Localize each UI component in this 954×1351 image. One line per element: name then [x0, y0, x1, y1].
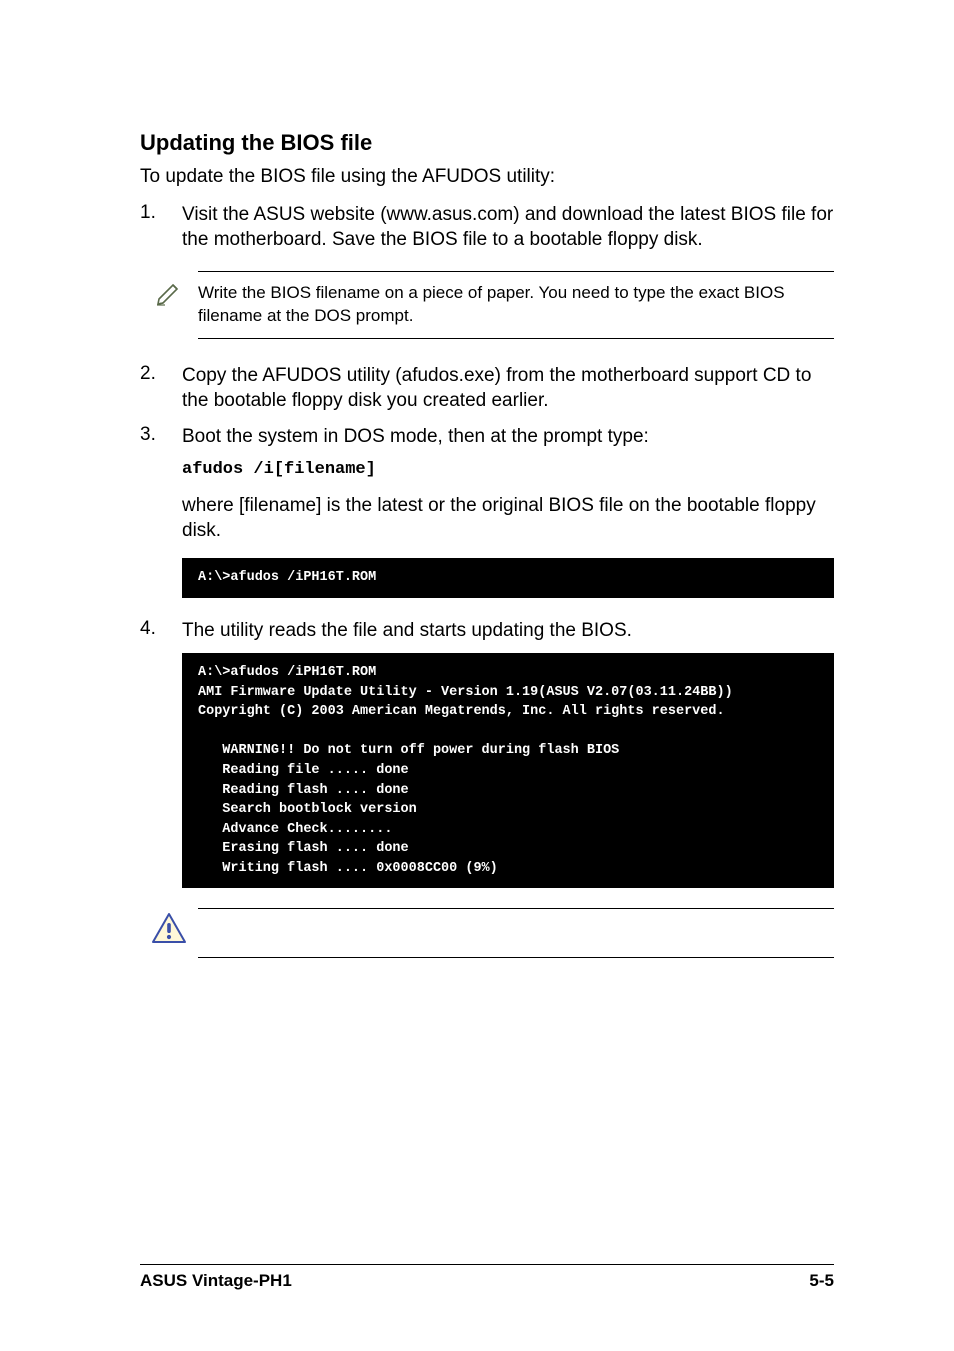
- terminal-output-2: A:\>afudos /iPH16T.ROM AMI Firmware Upda…: [182, 653, 834, 888]
- step-number: 2.: [140, 363, 182, 385]
- caution-icon: [140, 908, 198, 946]
- page-footer: ASUS Vintage-PH1 5-5: [140, 1264, 834, 1291]
- terminal-output-1: A:\>afudos /iPH16T.ROM: [182, 558, 834, 598]
- intro-text: To update the BIOS file using the AFUDOS…: [140, 164, 834, 190]
- command-line: afudos /i[filename]: [182, 460, 834, 479]
- step-2: 2. Copy the AFUDOS utility (afudos.exe) …: [140, 363, 834, 414]
- step-text: Boot the system in DOS mode, then at the…: [182, 424, 834, 450]
- step-number: 1.: [140, 202, 182, 224]
- caution-callout: [140, 908, 834, 958]
- note-callout: Write the BIOS filename on a piece of pa…: [140, 271, 834, 339]
- section-heading: Updating the BIOS file: [140, 130, 834, 156]
- note-text: Write the BIOS filename on a piece of pa…: [198, 271, 834, 339]
- step-4: 4. The utility reads the file and starts…: [140, 618, 834, 644]
- footer-left: ASUS Vintage-PH1: [140, 1271, 292, 1291]
- footer-right: 5-5: [809, 1271, 834, 1291]
- pencil-icon: [140, 271, 198, 307]
- step-text: Visit the ASUS website (www.asus.com) an…: [182, 202, 834, 253]
- step-number: 3.: [140, 424, 182, 446]
- step-3: 3. Boot the system in DOS mode, then at …: [140, 424, 834, 450]
- step-3-after: where [filename] is the latest or the or…: [182, 493, 834, 544]
- step-text: The utility reads the file and starts up…: [182, 618, 834, 644]
- step-text: Copy the AFUDOS utility (afudos.exe) fro…: [182, 363, 834, 414]
- caution-text: [198, 908, 834, 958]
- step-number: 4.: [140, 618, 182, 640]
- step-1: 1. Visit the ASUS website (www.asus.com)…: [140, 202, 834, 253]
